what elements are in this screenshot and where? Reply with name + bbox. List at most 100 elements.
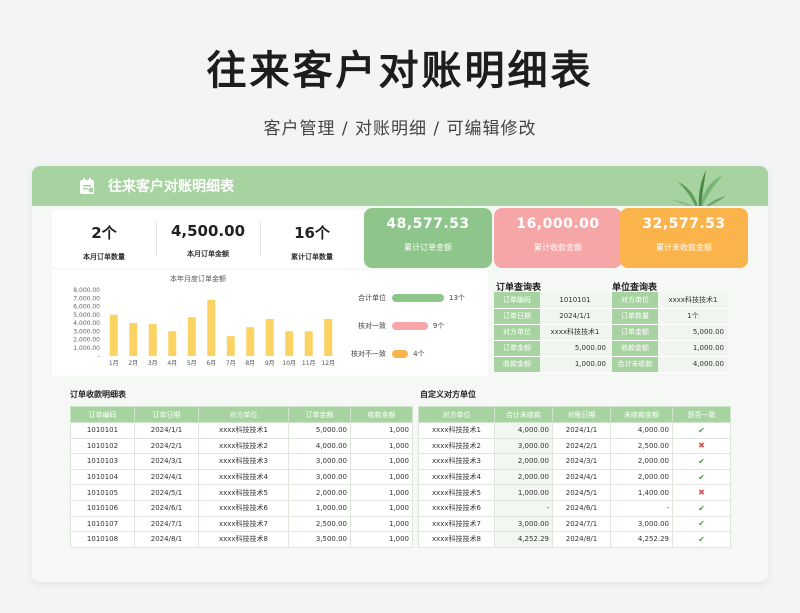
x-tick-label: 12月 <box>321 360 335 367</box>
query-key: 对方单位 <box>612 292 658 309</box>
table-cell: xxxx科技技术3 <box>198 453 289 470</box>
unit-query-table: 对方单位 xxxx科技技术1 订单数量 1个 订单金额 5,000.00 收款金额 1,000… <box>612 292 728 373</box>
table-cell: 2024/7/1 <box>134 515 199 533</box>
bar <box>265 318 274 356</box>
table-row: xxxx科技技术7 3,000.00 2024/7/1 3,000.00 ✔ <box>418 515 731 533</box>
table-cell: 2024/1/1 <box>134 422 199 439</box>
table-row: 1010105 2024/5/1 xxxx科技技术5 2,000.00 1,000 <box>70 484 413 501</box>
table-cell: 2024/6/1 <box>552 499 611 517</box>
custom-table: 对方单位 合计未收款 对账日期 未收款金额 是否一致 xxxx科技技术1 4,000.00 2… <box>418 406 731 548</box>
cross-icon: ✖ <box>672 437 731 455</box>
query-key: 对方单位 <box>494 324 540 341</box>
table-cell: 2024/1/1 <box>552 422 611 439</box>
check-icon: ✔ <box>672 515 731 533</box>
query-row: 订单金额 5,000.00 <box>612 324 728 341</box>
table-cell: 2,500.00 <box>610 437 673 455</box>
bar <box>109 314 118 356</box>
x-tick-label: 5月 <box>187 360 197 367</box>
bar <box>148 323 157 356</box>
table-cell: 1010104 <box>70 468 135 486</box>
table-cell: 2024/2/1 <box>552 437 611 455</box>
column-header: 订单日期 <box>134 406 199 423</box>
table-header-row: 订单编码 订单日期 对方单位 订单金额 收款金额 <box>70 406 413 423</box>
table-cell: xxxx科技技术1 <box>198 422 289 439</box>
table-cell: 1,000 <box>350 484 413 501</box>
query-value: 1010101 <box>540 292 610 309</box>
query-value: xxxx科技技术1 <box>540 324 610 341</box>
query-row: 订单日期 2024/1/1 <box>494 308 610 325</box>
table-row: xxxx科技技术6-2024/6/1- ✔ <box>418 499 731 517</box>
table-cell: 2,000.00 <box>610 453 673 470</box>
column-header: 对账日期 <box>552 406 611 423</box>
custom-table-title: 自定义对方单位 <box>420 390 476 399</box>
dashboard-card: 往来客户对账明细表 2个 本月订单数量 4,500.00 本月订单金额 16个 … <box>32 166 768 582</box>
progress-value: 13个 <box>449 294 465 302</box>
y-tick-label: 1,000.00 <box>73 345 100 352</box>
y-tick-label: 7,000.00 <box>73 295 100 302</box>
table-cell: - <box>494 499 553 517</box>
table-cell: xxxx科技技术2 <box>198 437 289 455</box>
table-cell: 2024/8/1 <box>552 531 611 548</box>
table-cell: xxxx科技技术6 <box>198 499 289 517</box>
stats-summary: 2个 本月订单数量 4,500.00 本月订单金额 16个 累计订单数量 <box>52 210 364 268</box>
page-title: 往来客户对账明细表 <box>206 48 594 94</box>
plant-decoration-icon <box>672 170 726 208</box>
x-tick-label: 11月 <box>302 360 316 367</box>
x-tick-label: 2月 <box>128 360 138 367</box>
table-cell: 4,000.00 <box>610 422 673 439</box>
column-header: 对方单位 <box>418 406 495 423</box>
table-cell: 5,000.00 <box>288 422 351 439</box>
table-cell: 1010106 <box>70 499 135 517</box>
table-cell: - <box>610 499 673 517</box>
table-cell: 2024/5/1 <box>552 484 611 501</box>
table-cell: 1010107 <box>70 515 135 533</box>
table-cell: xxxx科技技术7 <box>198 515 289 533</box>
table-cell: 3,000.00 <box>288 468 351 486</box>
table-cell: 1,000 <box>350 499 413 517</box>
table-cell: 4,252.29 <box>610 531 673 548</box>
bar <box>246 327 255 356</box>
table-cell: 2024/4/1 <box>134 468 199 486</box>
table-row: 1010104 2024/4/1 xxxx科技技术4 3,000.00 1,000 <box>70 468 413 486</box>
detail-table: 订单编码 订单日期 对方单位 订单金额 收款金额 1010101 2024/1/1 xxxx科… <box>70 406 413 548</box>
query-value: xxxx科技技术1 <box>658 292 728 309</box>
stat-month-order-amount: 4,500.00 本月订单金额 <box>170 222 246 258</box>
query-value: 5,000.00 <box>540 340 610 357</box>
x-tick-label: 6月 <box>206 360 216 367</box>
table-cell: xxxx科技技术6 <box>418 499 495 517</box>
table-cell: 2,000.00 <box>288 484 351 501</box>
table-cell: xxxx科技技术1 <box>418 422 495 439</box>
query-row: 收款金额 1,000.00 <box>612 340 728 357</box>
table-cell: 1010108 <box>70 531 135 548</box>
table-row: xxxx科技技术3 2,000.00 2024/3/1 2,000.00 ✔ <box>418 453 731 470</box>
table-cell: 2,000.00 <box>610 468 673 486</box>
table-cell: 2,000.00 <box>494 453 553 470</box>
card-header: 往来客户对账明细表 <box>32 166 768 208</box>
table-cell: 1,000 <box>350 422 413 439</box>
column-header: 收款金额 <box>350 406 413 423</box>
table-cell: 1,000 <box>350 515 413 533</box>
table-cell: xxxx科技技术4 <box>418 468 495 486</box>
column-header: 订单编码 <box>70 406 135 423</box>
table-row: xxxx科技技术5 1,000.00 2024/5/1 1,400.00 ✖ <box>418 484 731 501</box>
bar-chart-svg: 8,000.007,000.00 6,000.005,000.004,000.00… <box>73 287 335 367</box>
monthly-order-chart: 本年月度订单金额 8,000.00 7,000.00 6,000.00 5,000.0… <box>52 270 344 376</box>
y-tick-label: 2,000.00 <box>73 337 100 344</box>
query-row: 订单数量 1个 <box>612 308 728 325</box>
column-header: 是否一致 <box>672 406 731 423</box>
y-tick-label: 3,000.00 <box>73 328 100 335</box>
table-row: 1010107 2024/7/1 xxxx科技技术7 2,500.00 1,000 <box>70 515 413 533</box>
progress-label: 合计单位 <box>358 294 386 302</box>
bar <box>226 336 235 356</box>
bar <box>324 318 333 356</box>
card-title: 往来客户对账明细表 <box>108 179 234 195</box>
table-row: 1010101 2024/1/1 xxxx科技技术1 5,000.00 1,000 <box>70 422 413 439</box>
x-tick-label: 9月 <box>265 360 275 367</box>
table-row: 1010108 2024/8/1 xxxx科技技术8 3,500.00 1,000 <box>70 531 413 548</box>
kpi-total-unreceived: 32,577.53 累计未收款金额 <box>620 208 748 268</box>
table-cell: 2024/2/1 <box>134 437 199 455</box>
bar <box>168 331 177 356</box>
kpi-total-received: 16,000.00 累计收款金额 <box>494 208 622 268</box>
table-cell: xxxx科技技术7 <box>418 515 495 533</box>
table-cell: xxxx科技技术5 <box>418 484 495 501</box>
